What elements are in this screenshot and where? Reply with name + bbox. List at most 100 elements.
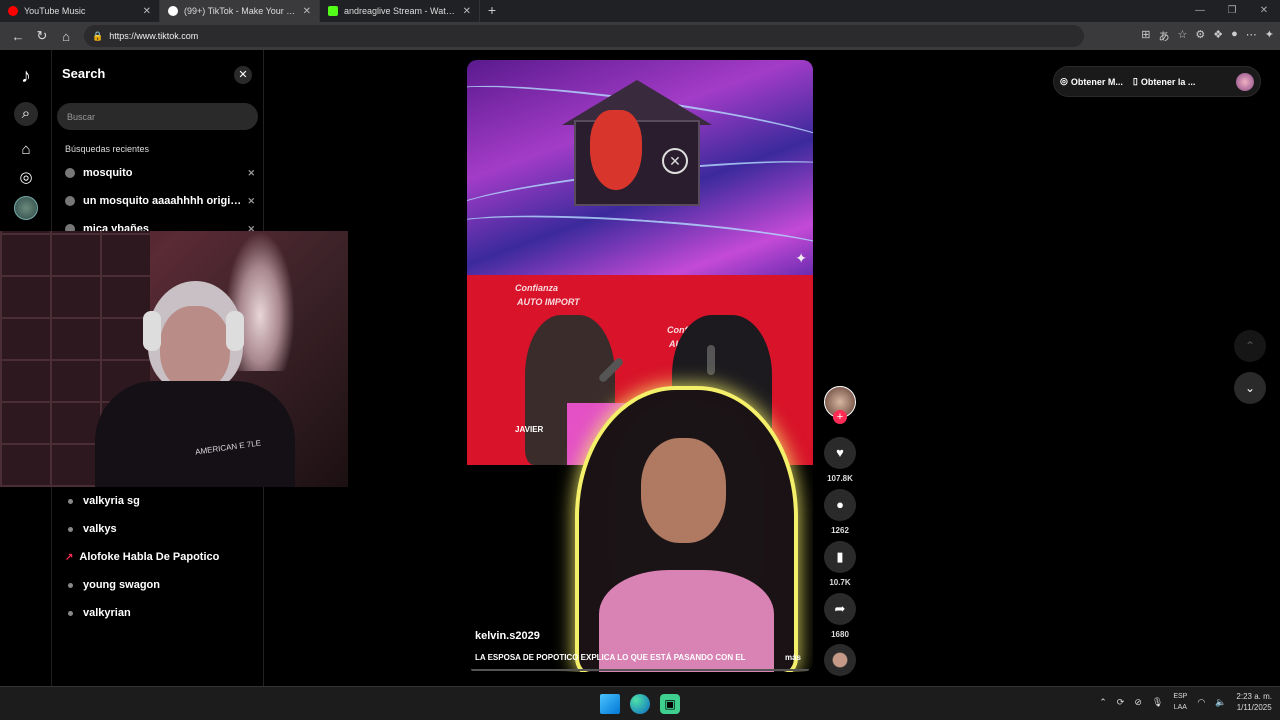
suggestion-item[interactable]: young swagon: [65, 575, 255, 595]
remove-icon[interactable]: ✕: [247, 196, 255, 207]
copilot-icon[interactable]: ✦: [1265, 28, 1274, 44]
streamer-hoodie: [95, 381, 295, 487]
bookmark-icon[interactable]: ▮: [824, 541, 856, 573]
new-tab-button[interactable]: +: [480, 0, 504, 22]
more-link[interactable]: más: [785, 653, 801, 662]
video-username[interactable]: kelvin.s2029: [475, 630, 540, 642]
tab-kick[interactable]: andreaglive Stream - Watch Live ✕: [320, 0, 480, 22]
remove-icon[interactable]: ✕: [247, 168, 255, 179]
music-disc-icon[interactable]: [824, 644, 856, 676]
tab-youtube-music[interactable]: YouTube Music ✕: [0, 0, 160, 22]
recent-search-item[interactable]: un mosquito aaaahhhh original ✕: [65, 191, 255, 211]
lock-icon: 🔒: [92, 30, 104, 41]
home-icon[interactable]: ⌂: [14, 138, 38, 162]
suggestion-label: young swagon: [83, 579, 160, 591]
suggestion-item[interactable]: valkyrian: [65, 603, 255, 623]
reload-icon[interactable]: ↻: [30, 28, 54, 44]
user-avatar[interactable]: [1236, 72, 1254, 91]
extensions-icon[interactable]: ⚙: [1195, 28, 1205, 44]
edge-browser-icon[interactable]: [630, 694, 650, 714]
wifi-icon[interactable]: ◠: [1197, 697, 1205, 708]
suggestion-item[interactable]: ↗ Alofoke Habla De Papotico: [65, 547, 255, 567]
youtube-music-icon: [8, 6, 18, 16]
suggestion-label: Alofoke Habla De Papotico: [79, 551, 220, 563]
collections-icon[interactable]: ❖: [1213, 28, 1223, 44]
like-count: 107.8K: [827, 474, 853, 483]
search-input[interactable]: [57, 103, 258, 130]
light-wave: [467, 206, 813, 274]
profile-avatar[interactable]: [14, 196, 38, 220]
clock-time: 2:23 a. m.: [1236, 692, 1272, 701]
next-video-button[interactable]: ⌄: [1234, 372, 1266, 404]
suggestion-item[interactable]: valkyria sg: [65, 491, 255, 511]
kick-icon: [328, 6, 338, 16]
favorite-star-icon[interactable]: ☆: [1178, 28, 1188, 44]
apps-icon[interactable]: ⊞: [1141, 28, 1150, 44]
get-app-button[interactable]: ▯ Obtener la ...: [1133, 76, 1195, 87]
more-menu-icon[interactable]: ⋯: [1246, 28, 1257, 44]
sponsor-logo: Confianza: [515, 283, 559, 293]
tab-tiktok[interactable]: (99+) TikTok - Make Your Day ✕: [160, 0, 320, 22]
tab-title: YouTube Music: [24, 6, 86, 16]
bullet-icon: [68, 498, 73, 504]
comment-count: 1262: [831, 526, 849, 535]
translate-icon[interactable]: あ: [1159, 28, 1170, 44]
like-heart-icon[interactable]: ♥: [824, 437, 856, 469]
mic-icon[interactable]: 🎙: [1152, 697, 1163, 708]
video-player[interactable]: ✕ ✦ Confianza AUTO IMPORT Confianza AUTO…: [467, 60, 813, 672]
recent-search-item[interactable]: mosquito ✕: [65, 163, 255, 183]
suggestion-item[interactable]: valkys: [65, 519, 255, 539]
close-icon[interactable]: ✕: [234, 66, 252, 84]
network-off-icon[interactable]: ⊘: [1134, 697, 1142, 708]
clock-icon: [65, 168, 75, 178]
save-count: 10.7K: [829, 578, 851, 587]
recent-search-label: un mosquito aaaahhhh original: [83, 195, 242, 207]
bullet-icon: [68, 526, 73, 532]
home-icon[interactable]: ⌂: [54, 29, 78, 44]
volume-icon[interactable]: 🔈: [1215, 697, 1226, 708]
suggestion-label: valkyrian: [83, 607, 131, 619]
explore-compass-icon[interactable]: ◎: [14, 166, 38, 190]
comment-icon[interactable]: ●: [824, 489, 856, 521]
header-actions: ◎ Obtener M... ▯ Obtener la ...: [1053, 66, 1261, 97]
follow-plus-icon[interactable]: +: [833, 410, 847, 424]
share-arrow-icon[interactable]: ➦: [824, 593, 856, 625]
back-icon[interactable]: ←: [6, 29, 30, 44]
windows-taskbar: ▣ ⌃ ⟳ ⊘ 🎙 ESP LAA ◠ 🔈 2:23 a. m. 1/11/20…: [0, 686, 1280, 720]
tiktok-logo-icon[interactable]: ♪: [14, 64, 38, 88]
sparkle-icon: ✦: [795, 250, 807, 266]
cutout-face: [641, 438, 726, 543]
close-tab-icon[interactable]: ✕: [143, 6, 151, 17]
close-window-icon[interactable]: ✕: [1248, 0, 1280, 22]
app-icon[interactable]: ▣: [660, 694, 680, 714]
sync-icon[interactable]: ⟳: [1117, 697, 1125, 708]
search-icon[interactable]: ⌕: [14, 102, 38, 126]
get-coins-label: Obtener M...: [1070, 76, 1123, 87]
language-code: ESP: [1173, 693, 1188, 700]
video-progress-bar[interactable]: [471, 669, 809, 671]
suggestion-label: valkyria sg: [83, 495, 140, 507]
show-logo-house: ✕: [562, 80, 712, 210]
browser-toolbar-icons: ⊞ あ ☆ ⚙ ❖ ● ⋯ ✦: [1141, 28, 1274, 44]
minimize-icon[interactable]: —: [1184, 0, 1216, 22]
windows-start-icon[interactable]: [600, 694, 620, 714]
recent-search-label: mosquito: [83, 167, 133, 179]
streamer-face: [160, 306, 230, 391]
window-controls: — ❐ ✕: [1184, 0, 1280, 22]
language-indicator[interactable]: ESP LAA: [1173, 691, 1187, 713]
trending-icon: ↗: [65, 551, 74, 563]
maximize-icon[interactable]: ❐: [1216, 0, 1248, 22]
previous-video-button[interactable]: ⌃: [1234, 330, 1266, 362]
taskbar-apps: ▣: [600, 694, 680, 714]
close-tab-icon[interactable]: ✕: [303, 6, 311, 17]
chevron-up-icon[interactable]: ⌃: [1099, 697, 1107, 708]
profile-icon[interactable]: ●: [1231, 28, 1238, 44]
get-coins-button[interactable]: ◎ Obtener M...: [1060, 76, 1123, 87]
video-caption: LA ESPOSA DE POPOTICO EXPLICA LO QUE EST…: [475, 653, 805, 662]
close-tab-icon[interactable]: ✕: [463, 6, 471, 17]
url-field[interactable]: 🔒 https://www.tiktok.com: [84, 25, 1084, 47]
clock[interactable]: 2:23 a. m. 1/11/2025: [1236, 691, 1272, 713]
name-tag: JAVIER: [515, 425, 544, 434]
bullet-icon: [68, 610, 73, 616]
phone-icon: ▯: [1132, 76, 1138, 86]
